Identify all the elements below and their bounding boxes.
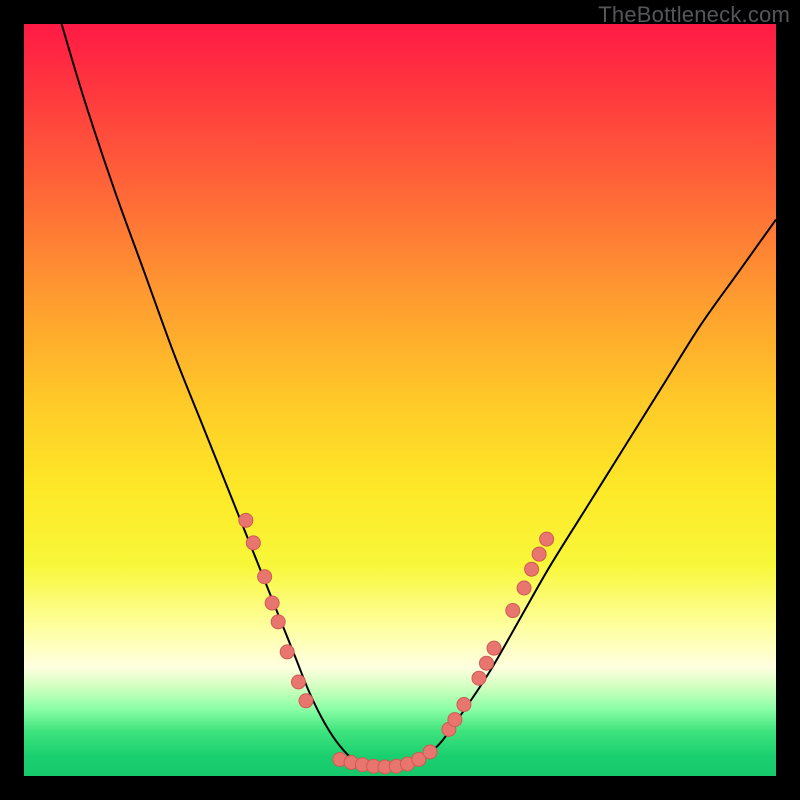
data-marker <box>487 641 501 655</box>
data-marker <box>271 615 285 629</box>
data-marker <box>506 604 520 618</box>
outer-frame: TheBottleneck.com <box>0 0 800 800</box>
bottleneck-curve <box>62 24 776 769</box>
data-marker <box>423 745 437 759</box>
data-marker <box>472 671 486 685</box>
data-marker <box>246 536 260 550</box>
data-marker <box>517 581 531 595</box>
data-marker <box>299 694 313 708</box>
plot-area <box>24 24 776 776</box>
data-marker <box>479 656 493 670</box>
data-marker <box>525 562 539 576</box>
data-marker <box>265 596 279 610</box>
data-marker <box>448 713 462 727</box>
data-marker <box>258 570 272 584</box>
data-marker <box>239 513 253 527</box>
chart-svg <box>24 24 776 776</box>
watermark-text: TheBottleneck.com <box>598 2 790 28</box>
data-marker <box>532 547 546 561</box>
data-marker <box>280 645 294 659</box>
data-marker <box>291 675 305 689</box>
data-marker <box>457 698 471 712</box>
data-marker <box>540 532 554 546</box>
